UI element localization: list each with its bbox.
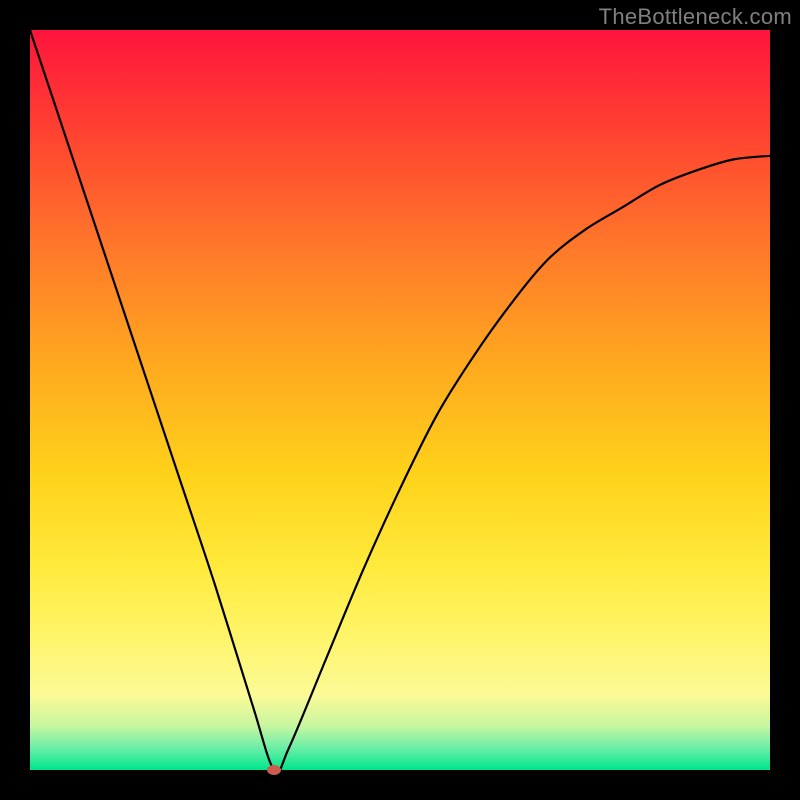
plot-area bbox=[30, 30, 770, 770]
bottleneck-curve bbox=[30, 30, 770, 770]
watermark-text: TheBottleneck.com bbox=[599, 4, 792, 30]
minimum-marker bbox=[267, 765, 281, 775]
curve-path bbox=[30, 30, 770, 770]
chart-frame: TheBottleneck.com bbox=[0, 0, 800, 800]
